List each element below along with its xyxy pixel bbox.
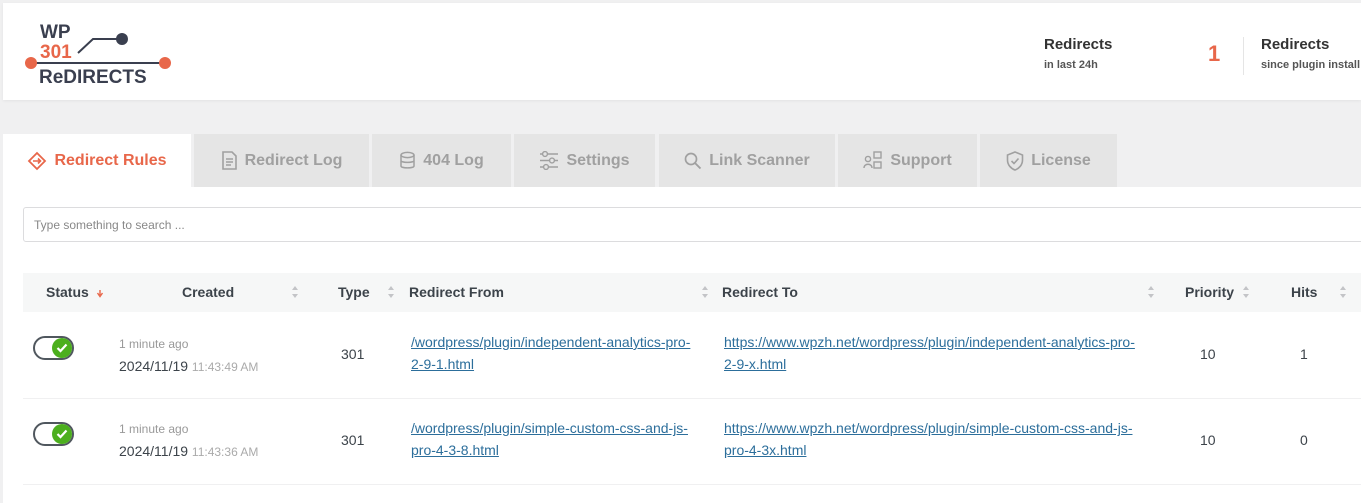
tab-404-log[interactable]: 404 Log <box>372 134 511 187</box>
tab-support[interactable]: Support <box>838 134 977 187</box>
column-redirect-to[interactable]: Redirect To <box>722 273 798 312</box>
logo-text-wp: WP <box>40 22 71 43</box>
sort-icon[interactable] <box>1339 284 1347 300</box>
redirect-to-text-1: https://www.wpzh.net/wordpress/plugin/in… <box>724 334 1135 350</box>
document-icon <box>221 151 237 170</box>
redirect-from-text-2: 2-9-1.html <box>411 356 475 372</box>
check-icon <box>56 343 68 353</box>
redirect-icon <box>28 151 47 170</box>
redirect-from-cell: /wordpress/plugin/simple-custom-css-and-… <box>411 417 711 461</box>
redirect-to-cell: https://www.wpzh.net/wordpress/plugin/si… <box>724 417 1164 461</box>
column-priority[interactable]: Priority <box>1185 273 1234 312</box>
column-status[interactable]: Status <box>46 273 89 312</box>
shield-icon <box>1006 150 1024 171</box>
plugin-header: WP 301 ReDIRECTS Redirects in last 24h 1… <box>3 3 1361 100</box>
created-cell: 1 minute ago 2024/11/19 11:43:36 AM <box>119 422 258 459</box>
created-ago: 1 minute ago <box>119 337 189 351</box>
check-icon <box>56 429 68 439</box>
tab-label: Settings <box>566 151 630 169</box>
column-created[interactable]: Created <box>182 273 234 312</box>
tab-label: Support <box>890 151 952 169</box>
sort-icon[interactable] <box>387 284 395 300</box>
logo-text-redirects: ReDIRECTS <box>39 67 147 88</box>
redirect-from-text-2: pro-4-3-8.html <box>411 442 499 458</box>
hits-cell: 1 <box>1300 346 1308 362</box>
support-icon <box>863 151 883 169</box>
redirect-to-cell: https://www.wpzh.net/wordpress/plugin/in… <box>724 331 1164 375</box>
redirect-to-text-1: https://www.wpzh.net/wordpress/plugin/si… <box>724 420 1133 436</box>
created-date: 2024/11/19 <box>119 358 189 374</box>
stat-divider <box>1243 37 1244 75</box>
stat-last-24h-sub: in last 24h <box>1044 59 1098 71</box>
sort-icon[interactable] <box>291 284 299 300</box>
database-icon <box>400 151 416 169</box>
wp301-logo: WP 301 ReDIRECTS <box>25 22 171 88</box>
created-time: 11:43:36 AM <box>191 445 259 459</box>
column-redirect-from[interactable]: Redirect From <box>409 273 504 312</box>
column-hits[interactable]: Hits <box>1291 273 1317 312</box>
toggle-knob <box>52 424 72 444</box>
redirect-count: 1 <box>1208 41 1221 66</box>
created-date: 2024/11/19 <box>119 443 189 459</box>
stat-since-install-label: Redirects <box>1261 36 1330 53</box>
created-ago: 1 minute ago <box>119 422 189 436</box>
status-toggle[interactable] <box>33 422 74 446</box>
stat-since-install-sub: since plugin install <box>1261 59 1361 71</box>
tab-redirect-rules[interactable]: Redirect Rules <box>3 134 191 187</box>
created-cell: 1 minute ago 2024/11/19 11:43:49 AM <box>119 337 258 374</box>
tab-license[interactable]: License <box>980 134 1117 187</box>
redirect-to-link[interactable]: https://www.wpzh.net/wordpress/plugin/in… <box>724 334 1135 372</box>
table-row: 1 minute ago 2024/11/19 11:43:36 AM 301 … <box>23 398 1361 485</box>
tab-link-scanner[interactable]: Link Scanner <box>659 134 835 187</box>
redirect-to-link[interactable]: https://www.wpzh.net/wordpress/plugin/si… <box>724 420 1132 458</box>
priority-cell: 10 <box>1200 346 1216 362</box>
search-input[interactable] <box>23 207 1361 242</box>
tab-label: License <box>1031 151 1091 169</box>
sort-icon[interactable] <box>1147 284 1155 300</box>
redirect-to-text-2: pro-4-3x.html <box>724 442 807 458</box>
redirect-from-text-1: /wordpress/plugin/simple-custom-css-and-… <box>411 420 688 436</box>
redirect-from-text-1: /wordpress/plugin/independent-analytics-… <box>411 334 691 350</box>
tab-redirect-log[interactable]: Redirect Log <box>194 134 369 187</box>
redirect-from-cell: /wordpress/plugin/independent-analytics-… <box>411 331 711 375</box>
redirect-from-link[interactable]: /wordpress/plugin/simple-custom-css-and-… <box>411 420 688 458</box>
tab-settings[interactable]: Settings <box>514 134 655 187</box>
type-cell: 301 <box>341 346 365 362</box>
redirect-rules-panel: Status Created Type Redirect From Redire… <box>3 187 1361 503</box>
redirect-to-text-2: 2-9-x.html <box>724 356 787 372</box>
redirect-from-link[interactable]: /wordpress/plugin/independent-analytics-… <box>411 334 690 372</box>
tab-label: 404 Log <box>423 151 484 169</box>
sort-icon[interactable] <box>1242 284 1250 300</box>
created-time: 11:43:49 AM <box>191 360 259 374</box>
tab-label: Redirect Log <box>244 151 343 169</box>
sliders-icon <box>540 151 559 170</box>
table-header: Status Created Type Redirect From Redire… <box>23 273 1361 312</box>
logo-text-301: 301 <box>40 42 72 63</box>
stat-since-install: Redirects since plugin install <box>1261 36 1360 71</box>
hits-cell: 0 <box>1300 432 1308 448</box>
stat-last-24h: Redirects in last 24h <box>1044 36 1112 71</box>
search-icon <box>684 152 702 169</box>
sort-desc-icon[interactable] <box>96 290 104 298</box>
stat-last-24h-label: Redirects <box>1044 36 1113 53</box>
tab-label: Redirect Rules <box>54 151 167 169</box>
priority-cell: 10 <box>1200 432 1216 448</box>
column-type[interactable]: Type <box>338 273 370 312</box>
table-row: 1 minute ago 2024/11/19 11:43:49 AM 301 … <box>23 312 1361 399</box>
status-toggle[interactable] <box>33 336 74 360</box>
toggle-knob <box>52 338 72 358</box>
tab-label: Link Scanner <box>709 151 810 169</box>
type-cell: 301 <box>341 432 365 448</box>
sort-icon[interactable] <box>701 284 709 300</box>
